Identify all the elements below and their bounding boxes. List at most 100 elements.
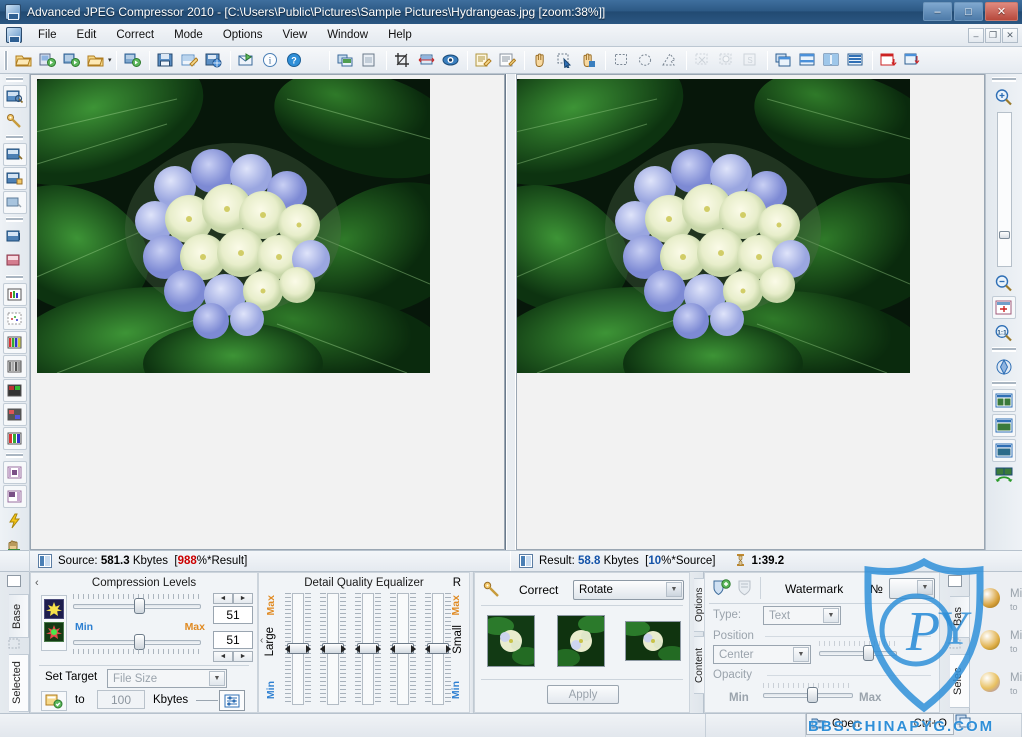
watermark-position-thumb[interactable] bbox=[863, 645, 874, 661]
equalizer-slider-4[interactable] bbox=[390, 593, 416, 705]
save-button[interactable] bbox=[155, 50, 177, 71]
equalizer-slider-2[interactable] bbox=[320, 593, 346, 705]
target-settings-button[interactable] bbox=[219, 690, 245, 711]
correct-apply-button[interactable]: Apply bbox=[547, 685, 619, 704]
menu-view[interactable]: View bbox=[272, 26, 317, 44]
hand-color-tool-button[interactable] bbox=[578, 50, 600, 71]
watermark-opacity-thumb[interactable] bbox=[807, 687, 818, 703]
rect-selection-button[interactable] bbox=[611, 50, 633, 71]
compression-spin-top-left[interactable]: ◄ bbox=[213, 593, 233, 604]
fit-to-window-button[interactable] bbox=[992, 296, 1016, 319]
view-tiled-button[interactable] bbox=[845, 50, 867, 71]
equalizer-collapse-icon[interactable]: ‹ bbox=[260, 635, 263, 646]
target-mode-chevron-down-icon[interactable]: ▼ bbox=[209, 671, 225, 686]
result-image[interactable] bbox=[517, 79, 910, 373]
left-tab-base[interactable]: Base bbox=[9, 594, 29, 638]
gradient-2-button[interactable] bbox=[3, 403, 27, 426]
watermark-number-combo[interactable]: ▼ bbox=[889, 578, 935, 599]
compression-thumb-top[interactable] bbox=[134, 598, 145, 614]
compression-spinner-bottom[interactable]: ◄ ► bbox=[213, 651, 253, 662]
reopen-image-button[interactable] bbox=[60, 50, 82, 71]
compression-value-bottom[interactable]: 51 bbox=[213, 631, 253, 649]
edit-comment-button[interactable] bbox=[497, 50, 519, 71]
left-strip-grip[interactable] bbox=[6, 217, 23, 222]
panel-pin-checkbox[interactable] bbox=[7, 575, 21, 587]
right-tab-base[interactable]: Bas bbox=[950, 596, 970, 638]
image-info-button[interactable]: i bbox=[260, 50, 282, 71]
pan-tool-button[interactable] bbox=[530, 50, 552, 71]
view-horizontal-button[interactable] bbox=[797, 50, 819, 71]
difference-map-button[interactable] bbox=[3, 249, 27, 272]
left-strip-grip[interactable] bbox=[6, 275, 23, 280]
compression-quality-icon[interactable] bbox=[44, 599, 64, 619]
compression-value-top[interactable]: 51 bbox=[213, 606, 253, 624]
open-batch-button[interactable] bbox=[36, 50, 58, 71]
pane-splitter[interactable] bbox=[506, 74, 516, 550]
film-strip-2-button[interactable] bbox=[3, 485, 27, 508]
target-value-input[interactable]: 100 bbox=[97, 690, 145, 709]
right-strip-grip[interactable] bbox=[992, 77, 1016, 82]
zoom-in-button[interactable] bbox=[992, 85, 1016, 108]
gradient-orb-1[interactable] bbox=[980, 588, 1000, 608]
menu-window[interactable]: Window bbox=[317, 26, 378, 44]
gradient-orb-3[interactable] bbox=[980, 672, 1000, 692]
left-strip-grip[interactable] bbox=[6, 77, 23, 82]
color-bars-button[interactable] bbox=[3, 331, 27, 354]
histogram-scatter-button[interactable] bbox=[3, 307, 27, 330]
film-strip-1-button[interactable] bbox=[3, 461, 27, 484]
select-tool-button[interactable] bbox=[554, 50, 576, 71]
open-recent-dropdown-icon[interactable]: ▾ bbox=[108, 56, 112, 64]
actual-size-button[interactable]: 1:1 bbox=[992, 321, 1016, 344]
histogram-rgb-button[interactable] bbox=[3, 283, 27, 306]
menu-mode[interactable]: Mode bbox=[164, 26, 213, 44]
preview-compress-button[interactable] bbox=[3, 191, 27, 214]
save-as-button[interactable] bbox=[179, 50, 201, 71]
watermark-number-chevron-down-icon[interactable]: ▼ bbox=[917, 580, 933, 595]
edit-notes-button[interactable] bbox=[473, 50, 495, 71]
correct-thumb-3[interactable] bbox=[618, 620, 686, 662]
open-file-button[interactable] bbox=[12, 50, 34, 71]
close-window-button[interactable] bbox=[878, 50, 900, 71]
invert-selection-button[interactable] bbox=[716, 50, 738, 71]
left-strip-grip[interactable] bbox=[6, 453, 23, 458]
mdi-minimize-button[interactable]: – bbox=[968, 28, 984, 43]
correct-mode-combo[interactable]: Rotate ▼ bbox=[573, 580, 684, 600]
correct-thumb-1[interactable] bbox=[482, 615, 540, 667]
watermark-position-slider[interactable] bbox=[819, 645, 897, 661]
watermark-position-combo[interactable]: Center ▼ bbox=[713, 645, 811, 664]
menu-help[interactable]: Help bbox=[378, 26, 422, 44]
source-image-pane[interactable] bbox=[30, 74, 505, 550]
close-all-windows-button[interactable] bbox=[902, 50, 924, 71]
layout-split-v-button[interactable] bbox=[992, 439, 1016, 462]
save-for-web-button[interactable] bbox=[203, 50, 225, 71]
compression-slider-top[interactable] bbox=[73, 598, 201, 614]
view-vertical-button[interactable] bbox=[821, 50, 843, 71]
correct-mode-chevron-down-icon[interactable]: ▼ bbox=[666, 582, 682, 597]
compare-images-button[interactable] bbox=[3, 225, 27, 248]
gradient-orb-2[interactable] bbox=[980, 630, 1000, 650]
watermark-pin-checkbox[interactable] bbox=[948, 575, 962, 587]
compression-spin-bottom-right[interactable]: ► bbox=[233, 651, 253, 662]
compression-thumb-bottom[interactable] bbox=[134, 634, 145, 650]
watermark-type-chevron-down-icon[interactable]: ▼ bbox=[823, 608, 839, 623]
compression-slider-bottom[interactable] bbox=[73, 634, 201, 650]
send-mail-button[interactable] bbox=[236, 50, 258, 71]
correct-image-button[interactable] bbox=[3, 109, 27, 132]
resize-image-button[interactable] bbox=[416, 50, 438, 71]
equalizer-slider-1[interactable] bbox=[285, 593, 311, 705]
save-selection-button[interactable]: S bbox=[740, 50, 762, 71]
clear-selection-button[interactable] bbox=[692, 50, 714, 71]
mdi-close-button[interactable]: ✕ bbox=[1002, 28, 1018, 43]
source-image[interactable] bbox=[37, 79, 430, 373]
compression-spin-bottom-left[interactable]: ◄ bbox=[213, 651, 233, 662]
gradient-1-button[interactable] bbox=[3, 379, 27, 402]
close-button[interactable]: ✕ bbox=[985, 2, 1018, 21]
copy-image-button[interactable] bbox=[335, 50, 357, 71]
equalizer-slider-3[interactable] bbox=[355, 593, 381, 705]
navigator-button[interactable] bbox=[992, 355, 1016, 378]
menu-correct[interactable]: Correct bbox=[106, 26, 164, 44]
layout-single-button[interactable] bbox=[992, 389, 1016, 412]
compression-collapse-icon[interactable]: ‹ bbox=[35, 577, 39, 589]
right-tab-select[interactable]: Selec bbox=[950, 654, 970, 708]
paste-image-button[interactable] bbox=[359, 50, 381, 71]
